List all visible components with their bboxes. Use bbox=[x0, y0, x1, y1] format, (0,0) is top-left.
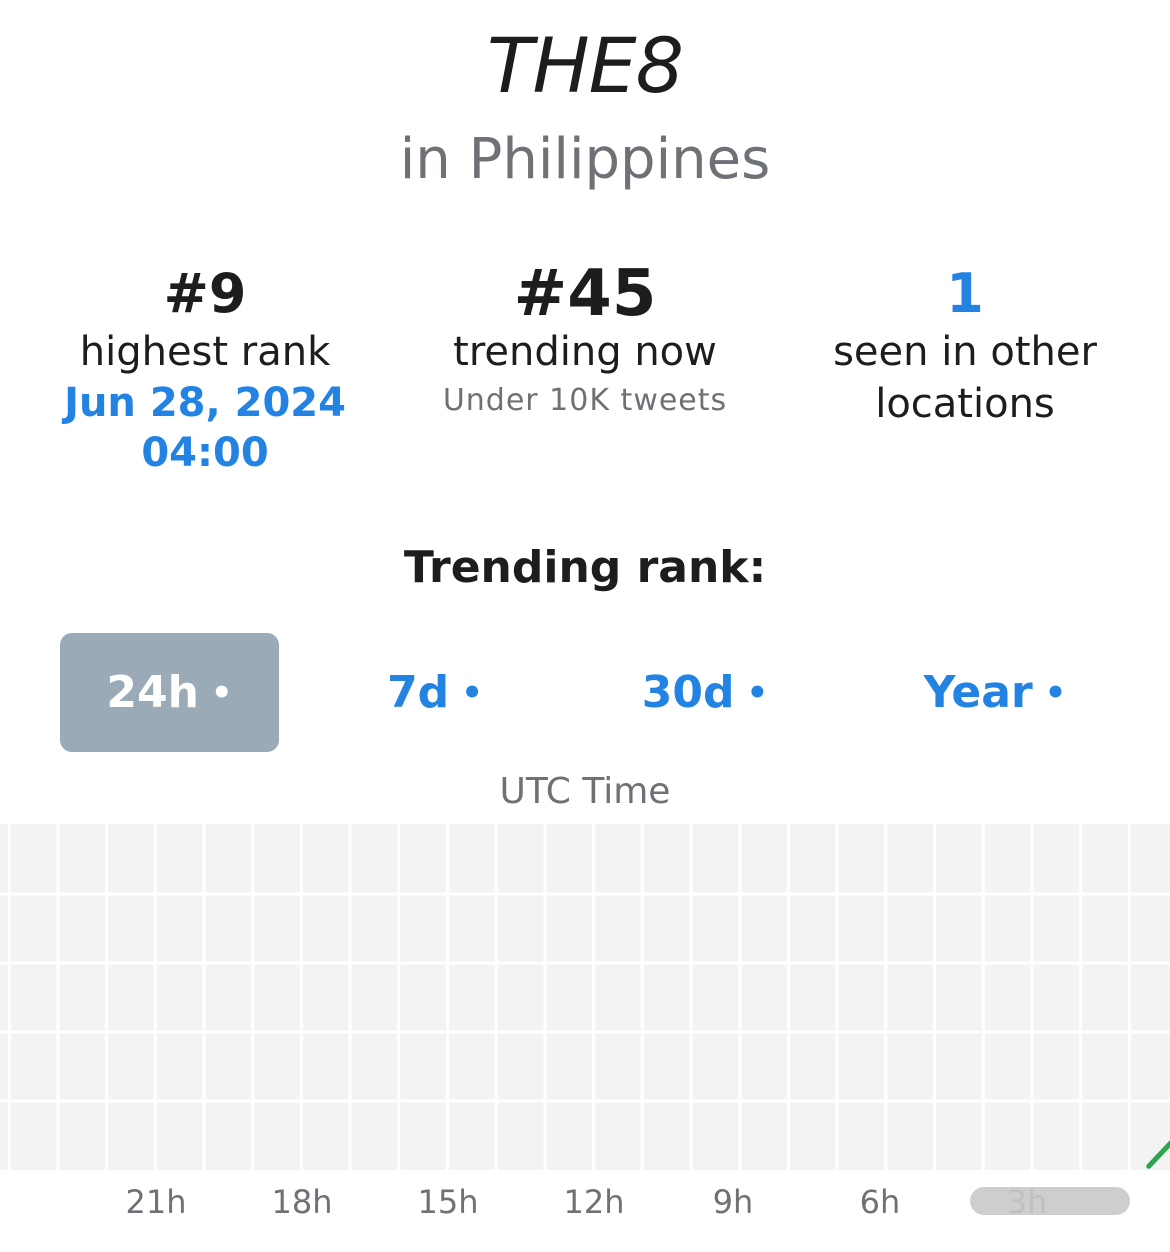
x-tick-label: 9h bbox=[712, 1183, 754, 1221]
other-locations-label-2: locations bbox=[875, 381, 1055, 427]
tab-30d[interactable]: 30d • bbox=[590, 633, 820, 752]
tab-year-dot: • bbox=[1044, 672, 1067, 713]
other-locations-count[interactable]: 1 bbox=[770, 262, 1160, 326]
tweet-volume-label: Under 10K tweets bbox=[442, 383, 728, 418]
x-tick-label: 21h bbox=[125, 1183, 187, 1221]
highest-rank-value: #9 bbox=[163, 262, 247, 325]
tab-7d-dot: • bbox=[461, 672, 483, 713]
trend-title: THE8 bbox=[487, 21, 684, 110]
current-rank-label: trending now bbox=[453, 329, 717, 375]
chart-background bbox=[0, 824, 1170, 1170]
tab-year[interactable]: Year • bbox=[880, 633, 1110, 752]
x-tick-label: 15h bbox=[417, 1183, 479, 1221]
current-rank-stat: #45 trending now Under 10K tweets bbox=[390, 262, 780, 424]
tab-7d-label: 7d bbox=[387, 667, 450, 718]
highest-rank-stat: #9 highest rank Jun 28, 2024 04:00 bbox=[10, 262, 400, 478]
trending-rank-heading: Trending rank: bbox=[403, 542, 767, 593]
highest-rank-date[interactable]: Jun 28, 2024 bbox=[10, 378, 400, 428]
x-tick-label: 12h bbox=[563, 1183, 625, 1221]
other-locations-label-1: seen in other bbox=[833, 329, 1097, 375]
tab-24h-label: 24h bbox=[106, 667, 199, 718]
tab-30d-dot: • bbox=[746, 672, 769, 713]
tab-7d[interactable]: 7d • bbox=[330, 633, 540, 752]
tab-24h-dot: • bbox=[210, 672, 233, 713]
highest-rank-label: highest rank bbox=[79, 329, 331, 375]
other-locations-stat[interactable]: 1 seen in other locations bbox=[770, 262, 1160, 430]
tab-year-label: Year bbox=[923, 667, 1033, 718]
x-tick-label: 18h bbox=[271, 1183, 333, 1221]
chart-axis-caption: UTC Time bbox=[499, 771, 671, 812]
current-rank-value: #45 bbox=[513, 257, 657, 331]
tab-24h[interactable]: 24h • bbox=[60, 633, 279, 752]
location-subtitle: in Philippines bbox=[399, 127, 771, 192]
x-tick-label: 6h bbox=[859, 1183, 901, 1221]
home-indicator bbox=[970, 1187, 1130, 1215]
tab-30d-label: 30d bbox=[641, 667, 735, 718]
trending-rank-chart[interactable] bbox=[0, 824, 1170, 1170]
highest-rank-time[interactable]: 04:00 bbox=[10, 428, 400, 478]
